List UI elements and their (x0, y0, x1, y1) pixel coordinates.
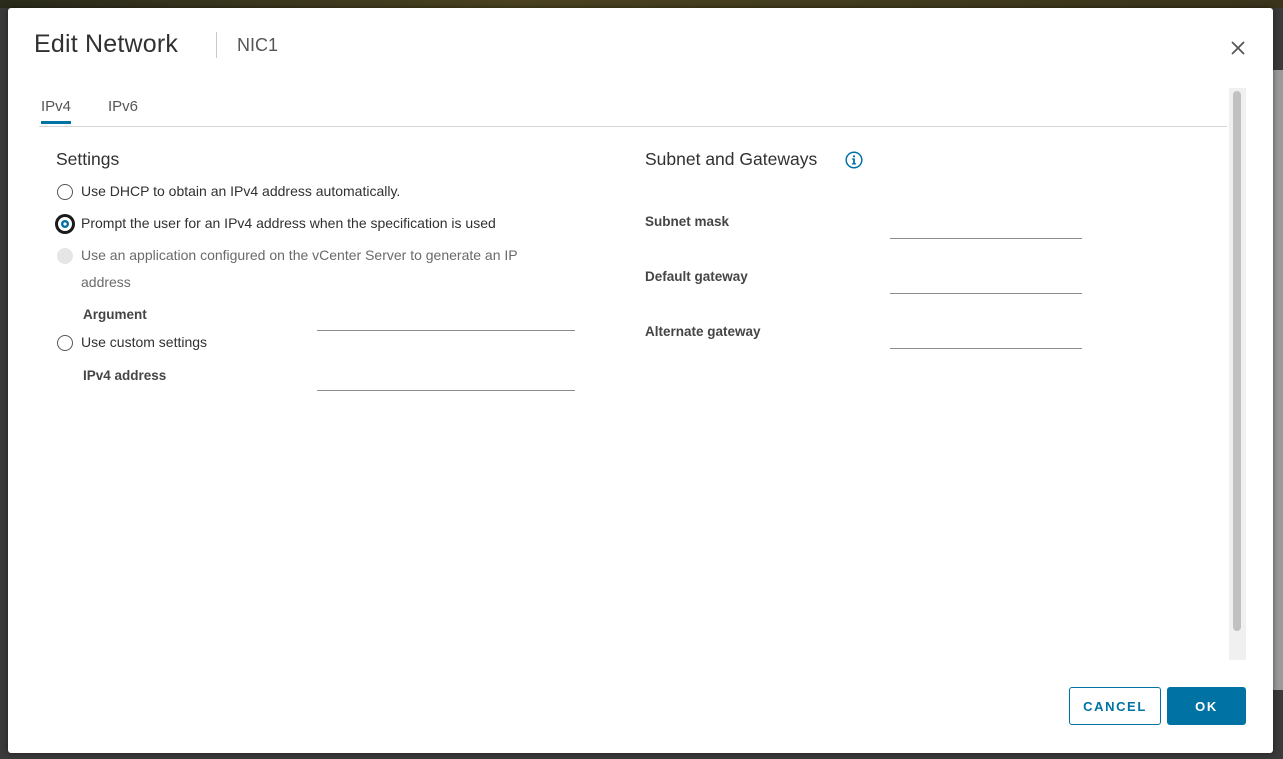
ok-button[interactable]: OK (1167, 687, 1246, 725)
ipv4-address-label: IPv4 address (83, 368, 167, 383)
default-gateway-label: Default gateway (645, 269, 748, 284)
radio-label: Prompt the user for an IPv4 address when… (81, 215, 496, 231)
radio-label: Use an application configured on the vCe… (81, 247, 518, 290)
content-scrollbar[interactable] (1229, 88, 1246, 660)
radio-button-checked[interactable] (57, 216, 73, 232)
radio-label: Use custom settings (81, 334, 208, 350)
close-icon (1231, 41, 1245, 55)
tab-bar: IPv4 IPv6 (39, 94, 1227, 127)
edit-network-dialog: Edit Network NIC1 IPv4 IPv6 Settings Use… (8, 8, 1273, 753)
scrollbar-thumb[interactable] (1233, 91, 1241, 631)
tab-ipv4[interactable]: IPv4 (41, 98, 72, 124)
radio-option-custom[interactable]: Use custom settings (57, 334, 207, 351)
close-button[interactable] (1226, 36, 1250, 60)
radio-option-dhcp[interactable]: Use DHCP to obtain an IPv4 address autom… (57, 183, 400, 200)
subnet-mask-input[interactable] (890, 214, 1082, 239)
subnet-mask-label: Subnet mask (645, 214, 730, 229)
dialog-title: Edit Network (34, 30, 179, 58)
background-app-strip (0, 0, 1283, 8)
alternate-gateway-input[interactable] (890, 324, 1082, 349)
radio-label: Use DHCP to obtain an IPv4 address autom… (81, 183, 401, 199)
radio-button[interactable] (57, 184, 73, 200)
settings-title: Settings (56, 149, 120, 169)
tab-ipv6[interactable]: IPv6 (108, 98, 138, 123)
cancel-button[interactable]: CANCEL (1069, 687, 1161, 725)
argument-label: Argument (83, 307, 147, 322)
argument-input[interactable] (317, 306, 575, 331)
title-divider (216, 32, 217, 58)
radio-option-prompt-user[interactable]: Prompt the user for an IPv4 address when… (57, 215, 496, 232)
radio-option-vcenter-app: Use an application configured on the vCe… (57, 247, 571, 296)
background-scrollbar (1273, 70, 1283, 690)
dialog-subtitle: NIC1 (237, 35, 279, 55)
info-icon[interactable] (845, 151, 863, 169)
radio-button[interactable] (57, 335, 73, 351)
ipv4-address-input[interactable] (317, 366, 575, 391)
subnet-gateways-title: Subnet and Gateways (645, 149, 818, 169)
alternate-gateway-label: Alternate gateway (645, 324, 761, 339)
default-gateway-input[interactable] (890, 269, 1082, 294)
radio-button-disabled (57, 248, 73, 264)
